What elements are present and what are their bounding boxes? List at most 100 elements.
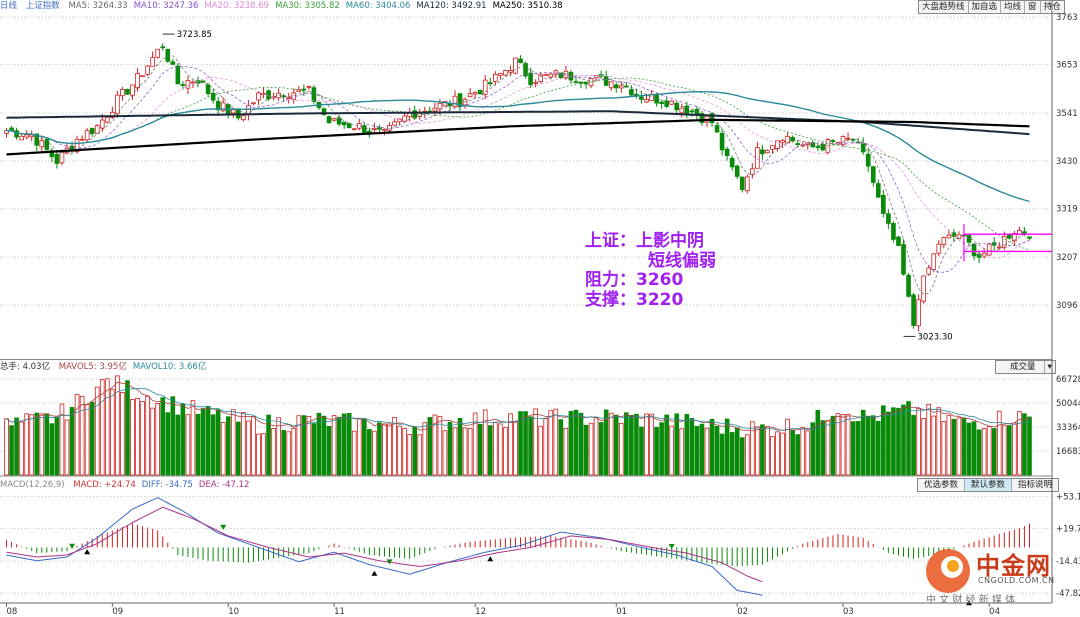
candle-body (180, 84, 186, 86)
volume-bar (422, 422, 428, 476)
volume-bar (875, 420, 881, 476)
volume-bar (110, 389, 115, 476)
volume-bar (729, 432, 735, 476)
candle-body (719, 132, 725, 151)
volume-bar (215, 409, 221, 476)
volume-bar (24, 413, 29, 476)
logo-site: CNGOLD.COM.CN (978, 576, 1055, 585)
volume-bar (1001, 425, 1007, 476)
volume-bar (573, 409, 579, 476)
candle-body (684, 105, 690, 115)
price-tick-label: 3653 (1056, 61, 1078, 71)
volume-bar (911, 414, 916, 476)
volume-bar (14, 417, 19, 476)
volume-bar (669, 425, 675, 476)
volume-bar (543, 418, 549, 476)
candle-body (986, 243, 992, 256)
volume-bar (790, 429, 795, 476)
volume-bar (865, 415, 871, 476)
volume-bar (886, 411, 891, 476)
volume-bar (961, 417, 967, 476)
volume-bar (346, 413, 352, 476)
candle-body (94, 125, 100, 134)
candle-body (84, 130, 90, 141)
volume-bar (659, 422, 664, 476)
volume-bar (356, 417, 362, 476)
volume-tick-label: 66728 (1056, 375, 1080, 385)
candle-body (377, 127, 382, 130)
candle-body (306, 85, 312, 88)
volume-bar (79, 395, 85, 476)
volume-bar (241, 412, 246, 476)
volume-bar (437, 416, 443, 476)
candle-body (941, 237, 947, 245)
annotation-line-3: 阻力：3260 (585, 270, 684, 290)
candle-body (548, 73, 554, 78)
macd-dea-line (6, 506, 763, 583)
volume-bar (719, 433, 725, 476)
volume-bar (714, 425, 720, 476)
volume-bar (830, 415, 836, 476)
candle-body (755, 147, 760, 169)
volume-bar (986, 426, 992, 476)
volume-bar (442, 430, 448, 476)
volume-bar (855, 421, 861, 476)
volume-bar (795, 434, 800, 476)
volume-bar (220, 422, 226, 476)
volume-bar (477, 423, 483, 476)
candle-body (135, 72, 140, 89)
volume-bar (382, 423, 387, 476)
volume-bar (286, 431, 292, 476)
volume-bar (684, 414, 690, 476)
price-tick-label: 3430 (1056, 157, 1078, 167)
volume-bar (739, 437, 745, 476)
volume-bar (810, 422, 816, 476)
candle-body (150, 57, 155, 67)
volume-bar (946, 414, 952, 476)
candle-body (608, 81, 614, 89)
volume-bar (69, 407, 75, 476)
volume-bar (140, 401, 145, 476)
candle-body (508, 70, 513, 73)
volume-bar (291, 427, 297, 476)
candle-body (130, 84, 135, 96)
volume-bar (518, 411, 523, 476)
volume-bar (19, 421, 24, 476)
candle-body (331, 118, 337, 121)
candle-body (790, 136, 795, 142)
candle-body (679, 107, 685, 114)
volume-bar (971, 421, 977, 476)
volume-bar (941, 421, 947, 476)
price-tick-label: 3207 (1056, 253, 1078, 263)
candle-body (326, 116, 332, 124)
volume-bar (482, 409, 488, 476)
macd-signal-arrow-icon (220, 524, 227, 530)
candle-body (140, 75, 145, 78)
volume-bar (724, 418, 730, 476)
candle-body (200, 80, 206, 83)
volume-bar (462, 427, 468, 476)
macd-signal-arrow-icon (371, 570, 378, 576)
volume-bar (306, 415, 312, 476)
volume-bar (956, 417, 962, 476)
volume-bar (820, 420, 826, 476)
candle-body (291, 92, 297, 100)
volume-bar (921, 418, 926, 476)
candle-body (205, 84, 211, 95)
candle-body (185, 80, 191, 89)
chart-canvas[interactable]: 3763 3653 3541 3430 3319 3207 3096 3723.85 3023.… (0, 0, 1080, 617)
candle-body (860, 142, 866, 153)
candle-body (744, 176, 750, 192)
volume-bar (548, 410, 554, 476)
candle-body (825, 139, 831, 153)
volume-bar (452, 427, 458, 476)
candle-body (714, 125, 720, 133)
volume-bar (931, 415, 937, 476)
candle-body (266, 90, 271, 100)
volume-bar (568, 411, 574, 476)
volume-bar (175, 414, 181, 476)
volume-bar (331, 415, 337, 476)
volume-bar (493, 422, 498, 476)
candle-body (881, 194, 886, 214)
candle-body (639, 96, 644, 100)
